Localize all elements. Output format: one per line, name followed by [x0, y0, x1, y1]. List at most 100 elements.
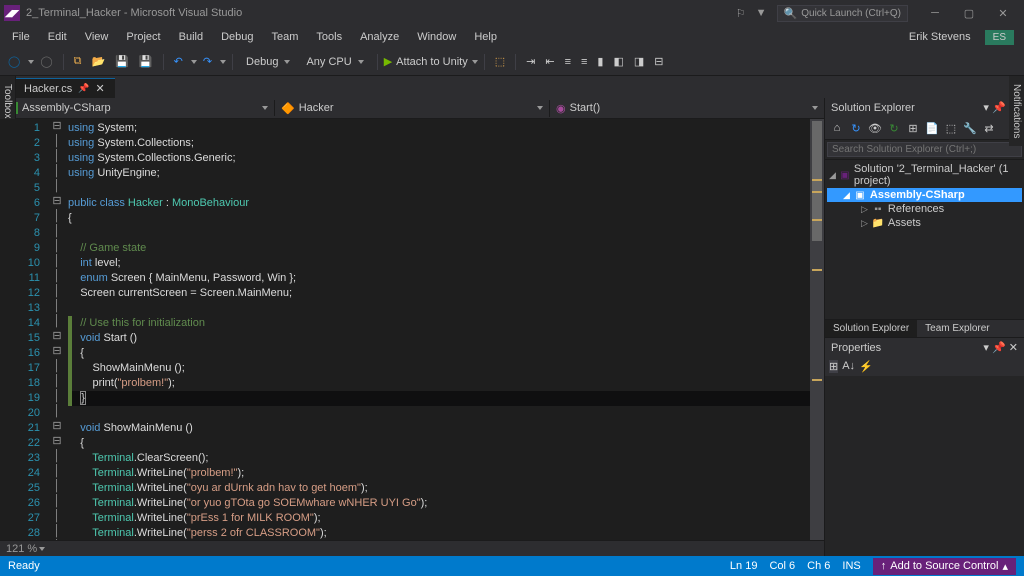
forward-button[interactable]: ◯: [36, 53, 56, 70]
user-badge[interactable]: ES: [985, 30, 1014, 45]
properties-pane: Properties ▾ 📌 ✕ ⊞ A↓ ⚡: [825, 337, 1024, 556]
se-icon-6[interactable]: 📄: [924, 120, 940, 136]
tab-solution-explorer[interactable]: Solution Explorer: [825, 320, 917, 337]
right-panel: Solution Explorer ▾ 📌 ✕ ⌂ ↻ 👁 ↻ ⊞ 📄 ⬚ 🔧 …: [824, 98, 1024, 556]
references-node[interactable]: ▷▪▪References: [827, 202, 1022, 216]
csproj-icon: ▣: [853, 189, 867, 201]
nav-project[interactable]: Assembly-CSharp: [0, 100, 275, 116]
se-icon-9[interactable]: ⇄: [981, 120, 997, 136]
prop-close-icon[interactable]: ✕: [1009, 342, 1018, 354]
se-icon-8[interactable]: 🔧: [962, 120, 978, 136]
menu-tools[interactable]: Tools: [308, 29, 350, 45]
status-ch: Ch 6: [807, 560, 830, 572]
toolbar-icon-8[interactable]: ◨: [630, 53, 648, 70]
folder-icon: 📁: [871, 217, 885, 229]
redo-icon[interactable]: ↷: [199, 53, 216, 70]
toolbar-icon-4[interactable]: ≡: [561, 54, 575, 70]
menu-analyze[interactable]: Analyze: [352, 29, 407, 45]
line-number-gutter: 1234567891011121314151617181920212223242…: [0, 119, 50, 540]
quick-launch-input[interactable]: 🔍 Quick Launch (Ctrl+Q): [777, 5, 908, 22]
right-pane-tabs: Solution Explorer Team Explorer: [825, 319, 1024, 337]
new-project-icon[interactable]: ⧉: [70, 53, 86, 70]
status-line: Ln 19: [730, 560, 758, 572]
tab-team-explorer[interactable]: Team Explorer: [917, 320, 997, 337]
toolbar-icon-7[interactable]: ◧: [609, 53, 627, 70]
se-icon-3[interactable]: 👁: [867, 120, 883, 136]
se-icon-5[interactable]: ⊞: [905, 120, 921, 136]
menu-team[interactable]: Team: [264, 29, 307, 45]
save-icon[interactable]: 💾: [111, 53, 133, 70]
notification-icon[interactable]: ▼: [756, 7, 767, 19]
vs-logo-icon: ◢◤: [4, 5, 20, 21]
vertical-scrollbar[interactable]: [810, 119, 824, 540]
solution-search: [825, 140, 1024, 160]
menu-project[interactable]: Project: [118, 29, 168, 45]
maximize-button[interactable]: ▢: [952, 1, 986, 25]
code-editor[interactable]: using System;using System.Collections;us…: [64, 119, 810, 540]
status-ready: Ready: [8, 560, 40, 572]
assets-node[interactable]: ▷📁Assets: [827, 216, 1022, 230]
toolbar-icon-2[interactable]: ⇥: [522, 53, 539, 70]
prop-dropdown-icon[interactable]: ▾: [983, 342, 989, 354]
project-node[interactable]: ◢▣Assembly-CSharp: [827, 188, 1022, 202]
nav-method[interactable]: ◉Start(): [550, 100, 824, 117]
undo-icon[interactable]: ↶: [170, 53, 187, 70]
menu-build[interactable]: Build: [171, 29, 211, 45]
se-icon-7[interactable]: ⬚: [943, 120, 959, 136]
menu-file[interactable]: File: [4, 29, 38, 45]
platform-dropdown[interactable]: Any CPU: [299, 54, 370, 70]
pane-dropdown-icon[interactable]: ▾: [983, 102, 989, 114]
toolbar-icon-5[interactable]: ≡: [577, 54, 591, 70]
document-tabs: Toolbox Hacker.cs 📌 ✕ Notifications: [0, 76, 1024, 98]
toolbar-icon-3[interactable]: ⇤: [541, 53, 558, 70]
prop-categorize-icon[interactable]: ⊞: [829, 360, 838, 373]
attach-unity-button[interactable]: ▶ Attach to Unity: [384, 55, 468, 68]
pin-icon[interactable]: 📌: [78, 83, 89, 94]
method-icon: ◉: [556, 102, 566, 115]
se-home-icon[interactable]: ⌂: [829, 120, 845, 136]
prop-events-icon[interactable]: ⚡: [859, 360, 873, 373]
close-button[interactable]: ✕: [986, 1, 1020, 25]
flag-icon[interactable]: ⚐: [736, 7, 746, 20]
menu-view[interactable]: View: [77, 29, 117, 45]
fold-column[interactable]: ⊟││││⊟││││││││⊟⊟││││⊟⊟│││││││││││⊟⊟⊟⊟│││…: [50, 119, 64, 540]
close-tab-icon[interactable]: ✕: [96, 82, 105, 95]
solution-explorer-header: Solution Explorer ▾ 📌 ✕: [825, 98, 1024, 117]
menubar: File Edit View Project Build Debug Team …: [0, 26, 1024, 48]
notifications-tab[interactable]: Notifications: [1009, 76, 1024, 146]
minimize-button[interactable]: ─: [918, 1, 952, 25]
solution-search-input[interactable]: [827, 142, 1022, 157]
search-icon: 🔍: [784, 7, 798, 20]
menu-window[interactable]: Window: [409, 29, 464, 45]
add-source-control-button[interactable]: ↑ Add to Source Control ▴: [873, 558, 1016, 575]
solution-tree[interactable]: ◢▣Solution '2_Terminal_Hacker' (1 projec…: [825, 160, 1024, 319]
references-icon: ▪▪: [871, 203, 885, 215]
nav-class[interactable]: 🔶Hacker: [275, 100, 550, 117]
menu-help[interactable]: Help: [466, 29, 505, 45]
prop-pin-icon[interactable]: 📌: [992, 342, 1006, 354]
window-title: 2_Terminal_Hacker - Microsoft Visual Stu…: [26, 7, 736, 19]
class-icon: 🔶: [281, 102, 295, 115]
save-all-icon[interactable]: 💾: [135, 53, 157, 70]
toolbar-icon-1[interactable]: ⬚: [491, 53, 509, 70]
menu-edit[interactable]: Edit: [40, 29, 75, 45]
prop-sort-icon[interactable]: A↓: [842, 360, 855, 373]
toolbar-icon-6[interactable]: ▮: [593, 53, 607, 70]
open-file-icon[interactable]: 📂: [87, 53, 109, 70]
pane-pin-icon[interactable]: 📌: [992, 102, 1006, 114]
se-refresh-icon[interactable]: ↻: [886, 120, 902, 136]
zoom-indicator[interactable]: 121 %: [0, 540, 824, 556]
toolbar-icon-9[interactable]: ⊟: [650, 53, 667, 70]
menu-debug[interactable]: Debug: [213, 29, 261, 45]
statusbar: Ready Ln 19 Col 6 Ch 6 INS ↑ Add to Sour…: [0, 556, 1024, 576]
solution-toolbar: ⌂ ↻ 👁 ↻ ⊞ 📄 ⬚ 🔧 ⇄: [825, 117, 1024, 140]
config-dropdown[interactable]: Debug: [239, 54, 297, 70]
se-icon-2[interactable]: ↻: [848, 120, 864, 136]
back-button[interactable]: ◯: [4, 53, 24, 70]
scrollbar-thumb[interactable]: [812, 121, 822, 241]
solution-node[interactable]: ◢▣Solution '2_Terminal_Hacker' (1 projec…: [827, 162, 1022, 188]
tab-hacker-cs[interactable]: Hacker.cs 📌 ✕: [14, 78, 115, 98]
titlebar: ◢◤ 2_Terminal_Hacker - Microsoft Visual …: [0, 0, 1024, 26]
user-name[interactable]: Erik Stevens: [901, 29, 979, 45]
main-toolbar: ◯ ◯ ⧉ 📂 💾 💾 ↶ ↷ Debug Any CPU ▶ Attach t…: [0, 48, 1024, 76]
